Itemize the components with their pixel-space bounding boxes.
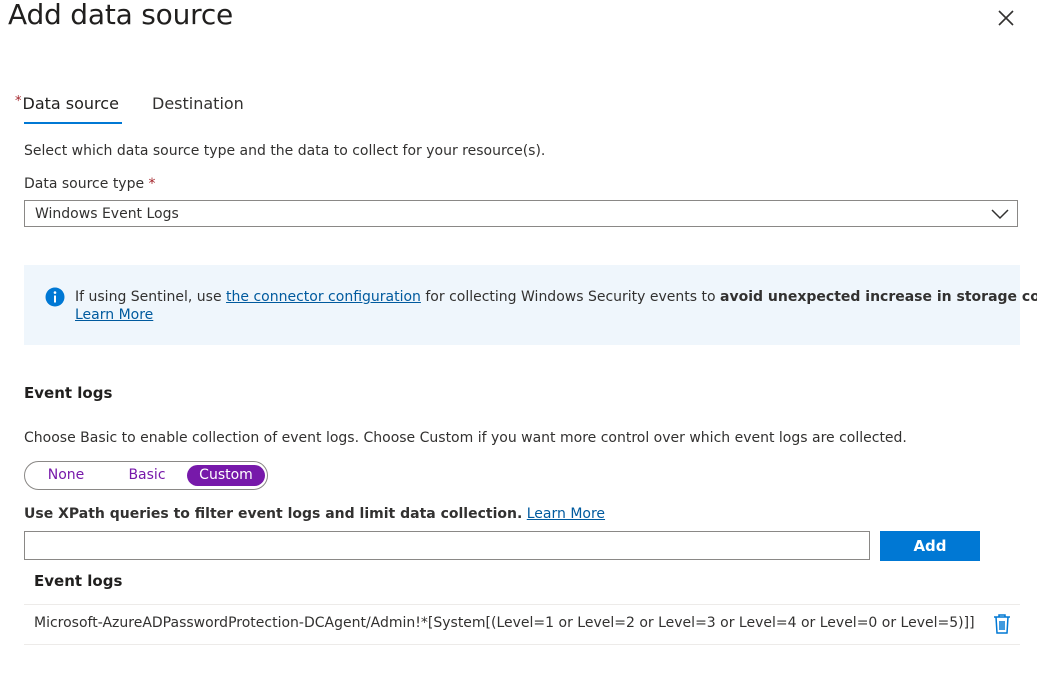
xpath-label-text: Use XPath queries to filter event logs a…: [24, 506, 523, 522]
info-text-bold: avoid unexpected increase in storage cos…: [720, 289, 1037, 305]
option-basic[interactable]: Basic: [121, 465, 173, 486]
info-icon: [45, 287, 65, 307]
xpath-label: Use XPath queries to filter event logs a…: [24, 506, 605, 522]
chevron-down-icon: [991, 209, 1009, 220]
dropdown-selected-value: Windows Event Logs: [35, 206, 179, 222]
data-source-type-dropdown[interactable]: Windows Event Logs: [24, 200, 1018, 227]
data-source-type-label-text: Data source type: [24, 176, 145, 192]
active-tab-indicator: [24, 122, 122, 124]
row-divider: [24, 604, 1020, 605]
event-logs-description: Choose Basic to enable collection of eve…: [24, 430, 907, 446]
tab-data-source-label: Data source: [22, 94, 119, 113]
close-button[interactable]: [994, 6, 1018, 30]
data-source-type-label: Data source type *: [24, 176, 156, 192]
required-mark: *: [148, 176, 156, 192]
xpath-learn-more-link[interactable]: Learn More: [527, 506, 605, 522]
table-row: Microsoft-AzureADPasswordProtection-DCAg…: [34, 615, 975, 631]
info-text-start: If using Sentinel, use: [75, 289, 227, 305]
row-divider: [24, 644, 1020, 645]
connector-configuration-link[interactable]: the connector configuration: [226, 289, 421, 305]
option-none[interactable]: None: [43, 465, 89, 486]
event-logs-table-header: Event logs: [34, 572, 123, 590]
close-icon[interactable]: [994, 6, 1018, 30]
event-logs-heading: Event logs: [24, 384, 113, 402]
info-learn-more-link[interactable]: Learn More: [75, 307, 153, 323]
info-text-middle: for collecting Windows Security events t…: [420, 289, 721, 305]
xpath-query-input[interactable]: [24, 531, 870, 560]
info-message-text: If using Sentinel, use the connector con…: [75, 288, 1037, 324]
required-mark: *: [15, 94, 22, 109]
info-message-bar: If using Sentinel, use the connector con…: [24, 265, 1037, 345]
option-custom[interactable]: Custom: [187, 465, 265, 486]
add-button[interactable]: Add: [880, 531, 980, 561]
trash-icon[interactable]: [992, 613, 1012, 635]
tab-data-source[interactable]: *Data source: [15, 94, 119, 113]
panel-title: Add data source: [8, 0, 234, 31]
collection-mode-toggle: None Basic Custom: [24, 461, 268, 490]
intro-text: Select which data source type and the da…: [24, 143, 546, 159]
delete-row-button[interactable]: [992, 613, 1012, 635]
tab-destination[interactable]: Destination: [152, 94, 244, 113]
